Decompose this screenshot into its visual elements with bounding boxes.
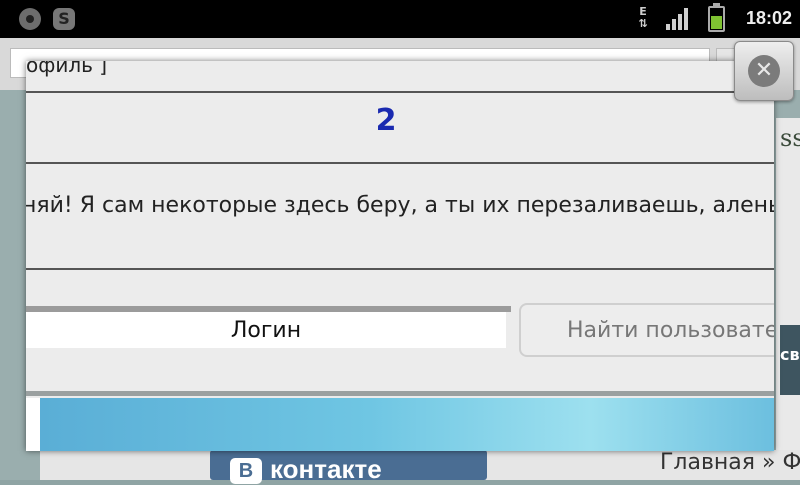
signal-icon: [666, 8, 692, 30]
battery-icon: [708, 3, 725, 32]
page-side-button[interactable]: св: [780, 325, 800, 395]
record-icon: [19, 8, 41, 30]
vk-banner-text: контакте: [270, 454, 382, 484]
breadcrumb[interactable]: Главная » Ф: [660, 450, 800, 475]
status-clock: 18:02: [745, 8, 792, 28]
status-bar: E⇅ 18:02: [0, 0, 800, 38]
popup-message: няй! Я сам некоторые здесь беру, а ты их…: [26, 193, 774, 218]
skype-icon: [53, 8, 75, 30]
divider: [26, 268, 774, 270]
page-sidebar: [776, 118, 800, 480]
divider: [26, 391, 774, 396]
popup-top-text: офиль ]: [26, 61, 108, 77]
login-input[interactable]: [26, 312, 506, 348]
network-data-icon: E ⇅: [638, 5, 648, 30]
find-user-button[interactable]: Найти пользовате: [519, 303, 774, 357]
popup-dialog: офиль ] 2 няй! Я сам некоторые здесь бер…: [26, 61, 774, 451]
popup-title: 2: [375, 103, 397, 138]
vk-logo-icon: В: [230, 458, 262, 484]
divider: [26, 91, 774, 93]
banner-edge: [26, 398, 40, 451]
divider: [26, 162, 774, 164]
page-side-heading: ss: [780, 124, 800, 152]
network-type-label: E: [639, 5, 647, 18]
close-button[interactable]: ✕: [734, 41, 794, 101]
popup-banner-image: [40, 398, 774, 451]
close-icon: ✕: [748, 55, 780, 87]
vkontakte-banner[interactable]: В контакте: [210, 450, 487, 484]
